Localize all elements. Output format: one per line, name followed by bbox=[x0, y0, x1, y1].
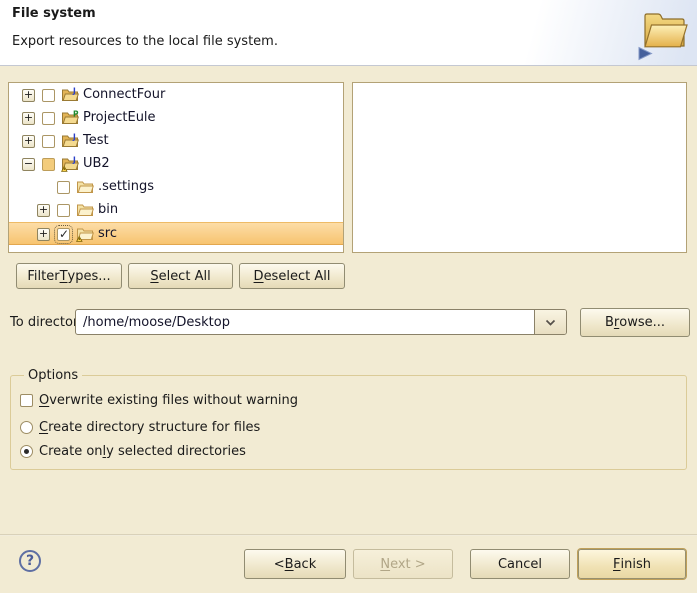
cancel-button[interactable]: Cancel bbox=[470, 549, 570, 579]
label-part: B bbox=[285, 557, 294, 572]
svg-text:J: J bbox=[72, 156, 76, 164]
folder-icon bbox=[76, 202, 94, 218]
only-selected-radio[interactable] bbox=[20, 445, 33, 458]
tree-item-label: ConnectFour bbox=[83, 84, 165, 106]
java-project-warning-icon: J bbox=[61, 156, 79, 172]
page-title: File system bbox=[12, 6, 96, 21]
deselect-all-button[interactable]: Deselect All bbox=[239, 263, 345, 289]
chevron-down-icon bbox=[545, 315, 556, 330]
tree-item-label: ProjectEule bbox=[83, 107, 156, 129]
tree-checkbox[interactable] bbox=[42, 135, 55, 148]
page-description: Export resources to the local file syste… bbox=[12, 34, 278, 49]
tree-checkbox[interactable] bbox=[57, 204, 70, 217]
filter-types-button[interactable]: Filter Types... bbox=[16, 263, 122, 289]
java-project-icon: J bbox=[61, 133, 79, 149]
next-button[interactable]: Next > bbox=[353, 549, 453, 579]
label-part: inish bbox=[621, 557, 651, 572]
expand-icon[interactable]: + bbox=[22, 112, 35, 125]
label-part: S bbox=[150, 269, 158, 284]
export-folder-icon bbox=[638, 4, 690, 65]
browse-button[interactable]: Browse... bbox=[580, 308, 690, 337]
label-part: ypes... bbox=[68, 269, 111, 284]
tree-item-label: Test bbox=[83, 130, 109, 152]
folder-icon bbox=[76, 179, 94, 195]
tree-item-projecteule[interactable]: + P ProjectEule bbox=[9, 107, 343, 130]
tree-checkbox[interactable] bbox=[57, 228, 70, 241]
question-icon: ? bbox=[26, 553, 34, 569]
select-all-button[interactable]: Select All bbox=[128, 263, 233, 289]
tree-item-label: bin bbox=[98, 199, 118, 221]
label-part: owse... bbox=[619, 315, 665, 330]
tree-checkbox[interactable] bbox=[42, 89, 55, 102]
label-part: F bbox=[613, 557, 620, 572]
export-wizard-dialog: File system Export resources to the loca… bbox=[0, 0, 697, 593]
svg-text:P: P bbox=[73, 110, 79, 118]
only-selected-label[interactable]: Create only selected directories bbox=[39, 444, 246, 459]
tree-item-label: .settings bbox=[98, 176, 154, 198]
label-part: < bbox=[274, 557, 285, 572]
expand-icon[interactable]: + bbox=[37, 204, 50, 217]
tree-checkbox[interactable] bbox=[57, 181, 70, 194]
label-part: N bbox=[380, 557, 390, 572]
dir-structure-radio[interactable] bbox=[20, 421, 33, 434]
tree-item-label: src bbox=[98, 223, 117, 245]
tree-checkbox[interactable] bbox=[42, 158, 55, 171]
tree-item-settings[interactable]: .settings bbox=[9, 176, 343, 199]
project-p-icon: P bbox=[61, 110, 79, 126]
tree-item-src[interactable]: + src bbox=[9, 222, 343, 245]
dir-structure-label[interactable]: Create directory structure for files bbox=[39, 420, 260, 435]
directory-combo-input[interactable] bbox=[76, 310, 535, 334]
collapse-icon[interactable]: − bbox=[22, 158, 35, 171]
tree-item-bin[interactable]: + bin bbox=[9, 199, 343, 222]
label-part: B bbox=[605, 315, 614, 330]
tree-checkbox[interactable] bbox=[42, 112, 55, 125]
expand-icon[interactable]: + bbox=[22, 135, 35, 148]
label-part: elect All bbox=[159, 269, 211, 284]
label-part: Cancel bbox=[498, 557, 542, 572]
tree-item-label: UB2 bbox=[83, 153, 110, 175]
expand-icon[interactable]: + bbox=[37, 228, 50, 241]
footer-separator bbox=[0, 534, 697, 536]
expand-icon[interactable]: + bbox=[22, 89, 35, 102]
tree-item-test[interactable]: + J Test bbox=[9, 130, 343, 153]
tree-item-connectfour[interactable]: + J ConnectFour bbox=[9, 84, 343, 107]
label-part: D bbox=[254, 269, 264, 284]
options-legend: Options bbox=[24, 368, 82, 383]
label-part: eselect All bbox=[264, 269, 331, 284]
java-project-icon: J bbox=[61, 87, 79, 103]
svg-text:J: J bbox=[72, 87, 76, 95]
wizard-header: File system Export resources to the loca… bbox=[0, 0, 697, 66]
label-part: Filter bbox=[27, 269, 59, 284]
overwrite-label[interactable]: Overwrite existing files without warning bbox=[39, 393, 298, 408]
combo-dropdown-button[interactable] bbox=[534, 310, 566, 334]
folder-warning-icon bbox=[76, 226, 94, 242]
file-list-panel[interactable] bbox=[352, 82, 687, 253]
directory-combo[interactable] bbox=[75, 309, 567, 335]
svg-text:J: J bbox=[72, 133, 76, 141]
label-part: ext > bbox=[390, 557, 426, 572]
resource-tree[interactable]: + J ConnectFour + P ProjectEule + J Test − J UB2.se… bbox=[8, 82, 344, 253]
tree-item-ub2[interactable]: − J UB2 bbox=[9, 153, 343, 176]
label-part: ack bbox=[294, 557, 317, 572]
back-button[interactable]: < Back bbox=[244, 549, 346, 579]
help-button[interactable]: ? bbox=[19, 550, 41, 572]
overwrite-checkbox[interactable] bbox=[20, 394, 33, 407]
finish-button[interactable]: Finish bbox=[578, 549, 686, 579]
label-part: T bbox=[60, 269, 68, 284]
